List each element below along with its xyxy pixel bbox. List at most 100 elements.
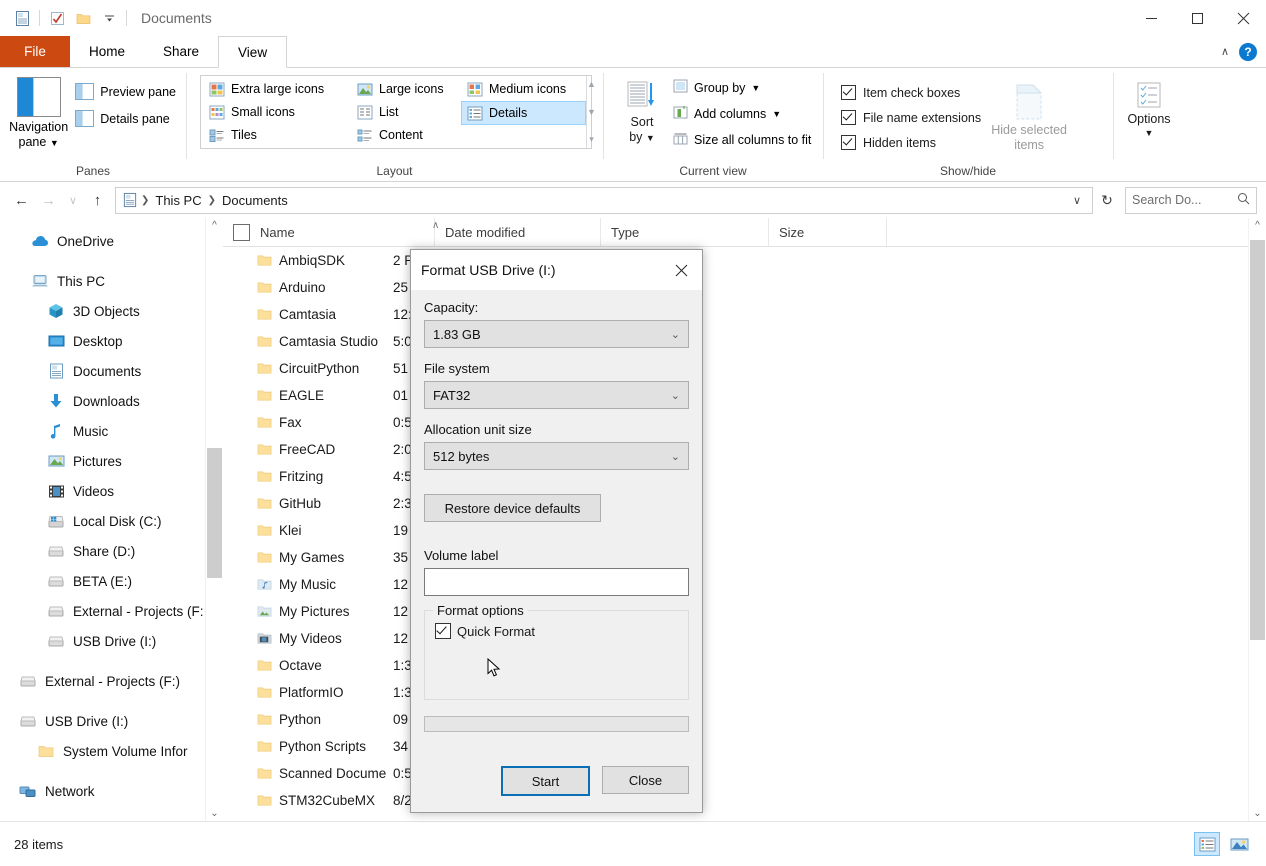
sidebar-item-usb-drive-i[interactable]: USB Drive (I:) bbox=[0, 706, 205, 736]
table-row[interactable]: My Music12 PMFile folder bbox=[223, 571, 1266, 598]
add-columns-button[interactable]: Add columns ▼ bbox=[669, 103, 815, 124]
collapse-ribbon-icon[interactable]: ∧ bbox=[1217, 45, 1233, 58]
customize-qat-icon[interactable] bbox=[96, 6, 122, 30]
documents-icon[interactable] bbox=[9, 6, 35, 30]
properties-icon[interactable] bbox=[44, 6, 70, 30]
navigation-pane-scrollbar[interactable]: ^ ⌄ bbox=[205, 218, 223, 821]
details-pane-button[interactable]: Details pane bbox=[71, 108, 180, 129]
add-columns-dropdown-icon[interactable]: ▼ bbox=[772, 109, 781, 119]
column-header-date-modified[interactable]: Date modified bbox=[435, 218, 601, 246]
breadcrumb[interactable]: ❯ This PC ❯ Documents ∨ bbox=[115, 187, 1093, 214]
navigation-pane-button[interactable]: Navigation pane ▼ bbox=[6, 73, 71, 164]
table-row[interactable]: Arduino25 PMFile folder bbox=[223, 274, 1266, 301]
table-row[interactable]: PlatformIO1:36 AMFile folder bbox=[223, 679, 1266, 706]
tab-share[interactable]: Share bbox=[144, 36, 218, 67]
layout-extra-large-icons[interactable]: Extra large icons bbox=[203, 78, 351, 100]
chevron-down-icon[interactable]: ⌄ bbox=[671, 328, 680, 341]
sidebar-item-beta-e[interactable]: BETA (E:) bbox=[0, 566, 205, 596]
gallery-scroll-down-icon[interactable]: ▼ bbox=[587, 107, 596, 117]
breadcrumb-documents[interactable]: Documents bbox=[217, 193, 293, 208]
cell-name[interactable]: My Pictures bbox=[223, 604, 393, 619]
help-icon[interactable]: ? bbox=[1239, 43, 1257, 61]
layout-details[interactable]: Details bbox=[461, 101, 586, 125]
cell-name[interactable]: Python bbox=[223, 712, 393, 727]
cell-name[interactable]: Camtasia Studio bbox=[223, 334, 393, 349]
dialog-close-icon[interactable] bbox=[660, 251, 702, 289]
quick-format-checkbox[interactable] bbox=[435, 623, 451, 639]
cell-name[interactable]: Scanned Docume bbox=[223, 766, 393, 781]
sidebar-item-downloads[interactable]: Downloads bbox=[0, 386, 205, 416]
group-by-dropdown-icon[interactable]: ▼ bbox=[751, 83, 760, 93]
list-scroll-thumb[interactable] bbox=[1250, 240, 1265, 640]
recent-locations-button[interactable]: ∨ bbox=[63, 187, 83, 213]
sidebar-item-music[interactable]: Music bbox=[0, 416, 205, 446]
table-row[interactable]: My Videos12 PMFile folder bbox=[223, 625, 1266, 652]
list-scroll-up-icon[interactable]: ^ bbox=[1255, 220, 1260, 231]
sidebar-item-documents[interactable]: Documents bbox=[0, 356, 205, 386]
breadcrumb-sep-2[interactable]: ❯ bbox=[207, 195, 217, 206]
file-system-select[interactable]: FAT32 ⌄ bbox=[424, 381, 689, 409]
sidebar-item-local-disk-c[interactable]: Local Disk (C:) bbox=[0, 506, 205, 536]
sidebar-item-pictures[interactable]: Pictures bbox=[0, 446, 205, 476]
search-input[interactable]: Search Do... bbox=[1132, 193, 1201, 207]
forward-button[interactable]: → bbox=[36, 187, 61, 213]
close-button[interactable] bbox=[1220, 0, 1266, 36]
sort-by-dropdown-icon[interactable]: ▼ bbox=[646, 133, 655, 143]
cell-name[interactable]: My Videos bbox=[223, 631, 393, 646]
breadcrumb-this-pc[interactable]: This PC bbox=[150, 193, 206, 208]
gallery-scroll-up-icon[interactable]: ▲ bbox=[587, 79, 596, 89]
table-row[interactable]: Camtasia12:39 PMFile folder bbox=[223, 301, 1266, 328]
nav-scroll-up-icon[interactable]: ^ bbox=[212, 220, 217, 231]
cell-name[interactable]: Klei bbox=[223, 523, 393, 538]
table-row[interactable]: AmbiqSDK2 PMFile folder bbox=[223, 247, 1266, 274]
cell-name[interactable]: PlatformIO bbox=[223, 685, 393, 700]
table-row[interactable]: Camtasia Studio5:06 PMFile folder bbox=[223, 328, 1266, 355]
restore-device-defaults-button[interactable]: Restore device defaults bbox=[424, 494, 601, 522]
table-row[interactable]: Python09 PMFile folder bbox=[223, 706, 1266, 733]
file-name-extensions-checkbox[interactable] bbox=[841, 110, 856, 125]
tab-file[interactable]: File bbox=[0, 36, 70, 67]
table-row[interactable]: EAGLE01 PMFile folder bbox=[223, 382, 1266, 409]
sidebar-item-share-d[interactable]: Share (D:) bbox=[0, 536, 205, 566]
cell-name[interactable]: Fritzing bbox=[223, 469, 393, 484]
cell-name[interactable]: Python Scripts bbox=[223, 739, 393, 754]
maximize-button[interactable] bbox=[1174, 0, 1220, 36]
start-button[interactable]: Start bbox=[501, 766, 590, 796]
close-button[interactable]: Close bbox=[602, 766, 689, 794]
table-row[interactable]: My Pictures12 PMFile folder bbox=[223, 598, 1266, 625]
details-view-button[interactable] bbox=[1194, 832, 1220, 856]
search-box[interactable]: Search Do... bbox=[1125, 187, 1257, 214]
item-check-boxes-checkbox[interactable] bbox=[841, 85, 856, 100]
breadcrumb-sep-1[interactable]: ❯ bbox=[140, 195, 150, 206]
volume-label-input[interactable] bbox=[424, 568, 689, 596]
table-row[interactable]: STM32CubeMX8/20/2019 6:25 PMFile folder bbox=[223, 787, 1266, 814]
sidebar-item-usb-drive-i-child[interactable]: USB Drive (I:) bbox=[0, 626, 205, 656]
cell-name[interactable]: Arduino bbox=[223, 280, 393, 295]
options-button[interactable]: Options ▼ bbox=[1119, 73, 1179, 178]
sidebar-item-onedrive[interactable]: OneDrive bbox=[0, 226, 205, 256]
size-all-columns-button[interactable]: Size all columns to fit bbox=[669, 129, 815, 150]
table-row[interactable]: My Games35 PMFile folder bbox=[223, 544, 1266, 571]
group-by-button[interactable]: Group by ▼ bbox=[669, 77, 815, 98]
layout-medium-icons[interactable]: Medium icons bbox=[461, 78, 586, 100]
layout-content[interactable]: Content bbox=[351, 124, 461, 146]
up-button[interactable]: ↑ bbox=[85, 187, 110, 213]
sidebar-item-system-volume-information[interactable]: System Volume Infor bbox=[0, 736, 205, 766]
cell-name[interactable]: My Games bbox=[223, 550, 393, 565]
minimize-button[interactable] bbox=[1128, 0, 1174, 36]
select-all-checkbox[interactable] bbox=[233, 224, 250, 241]
large-icons-view-button[interactable] bbox=[1226, 832, 1252, 856]
cell-name[interactable]: FreeCAD bbox=[223, 442, 393, 457]
preview-pane-button[interactable]: Preview pane bbox=[71, 81, 180, 102]
file-name-extensions-option[interactable]: File name extensions bbox=[837, 105, 981, 130]
table-row[interactable]: CircuitPython51 PMFile folder bbox=[223, 355, 1266, 382]
layout-small-icons[interactable]: Small icons bbox=[203, 101, 351, 123]
cell-name[interactable]: STM32CubeMX bbox=[223, 793, 393, 808]
table-row[interactable]: Klei19 PMFile folder bbox=[223, 517, 1266, 544]
table-row[interactable]: Fax0:53 AMFile folder bbox=[223, 409, 1266, 436]
table-row[interactable]: Fritzing4:52 PMFile folder bbox=[223, 463, 1266, 490]
item-check-boxes-option[interactable]: Item check boxes bbox=[837, 80, 981, 105]
breadcrumb-dropdown[interactable]: ∨ bbox=[1066, 194, 1088, 207]
table-row[interactable]: Octave1:33 AMFile folder bbox=[223, 652, 1266, 679]
search-icon[interactable] bbox=[1237, 192, 1250, 208]
